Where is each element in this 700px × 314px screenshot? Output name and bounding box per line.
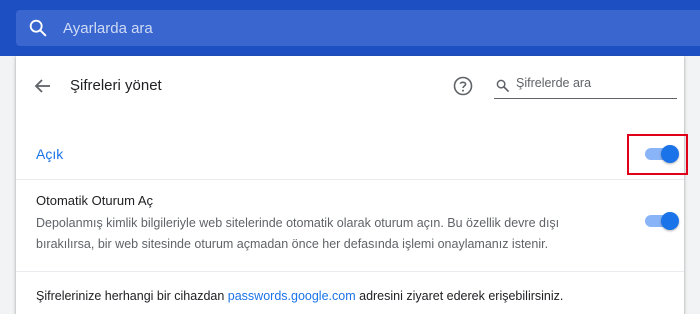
auto-signin-description: Depolanmış kimlik bilgileriyle web sitel…	[36, 216, 560, 251]
passwords-card: Şifreleri yönet Şifrelerde ara Açık Otom…	[16, 56, 688, 314]
password-search-input[interactable]: Şifrelerde ara	[516, 76, 591, 90]
search-icon	[29, 19, 47, 37]
access-info-text: Şifrelerinize herhangi bir cihazdan pass…	[36, 289, 563, 303]
toggle-knob	[661, 212, 679, 230]
help-icon[interactable]	[453, 76, 473, 96]
settings-search-box[interactable]: Ayarlarda ara	[16, 10, 700, 46]
divider	[16, 271, 684, 272]
access-info-suffix: adresini ziyaret ederek erişebilirsiniz.	[355, 289, 564, 303]
divider	[16, 179, 684, 180]
password-search-field[interactable]: Şifrelerde ara	[494, 72, 677, 99]
page-title: Şifreleri yönet	[70, 77, 162, 94]
settings-search-input[interactable]: Ayarlarda ara	[63, 20, 153, 37]
highlight-annotation	[627, 134, 688, 175]
back-arrow-icon[interactable]	[33, 76, 53, 96]
auto-signin-toggle[interactable]	[644, 212, 679, 230]
settings-header: Ayarlarda ara	[0, 0, 700, 56]
password-saving-status-label: Açık	[36, 146, 64, 162]
search-icon	[496, 79, 509, 92]
auto-signin-title: Otomatik Oturum Aç	[36, 193, 154, 208]
passwords-link[interactable]: passwords.google.com	[228, 289, 356, 303]
access-info-prefix: Şifrelerinize herhangi bir cihazdan	[36, 289, 228, 303]
